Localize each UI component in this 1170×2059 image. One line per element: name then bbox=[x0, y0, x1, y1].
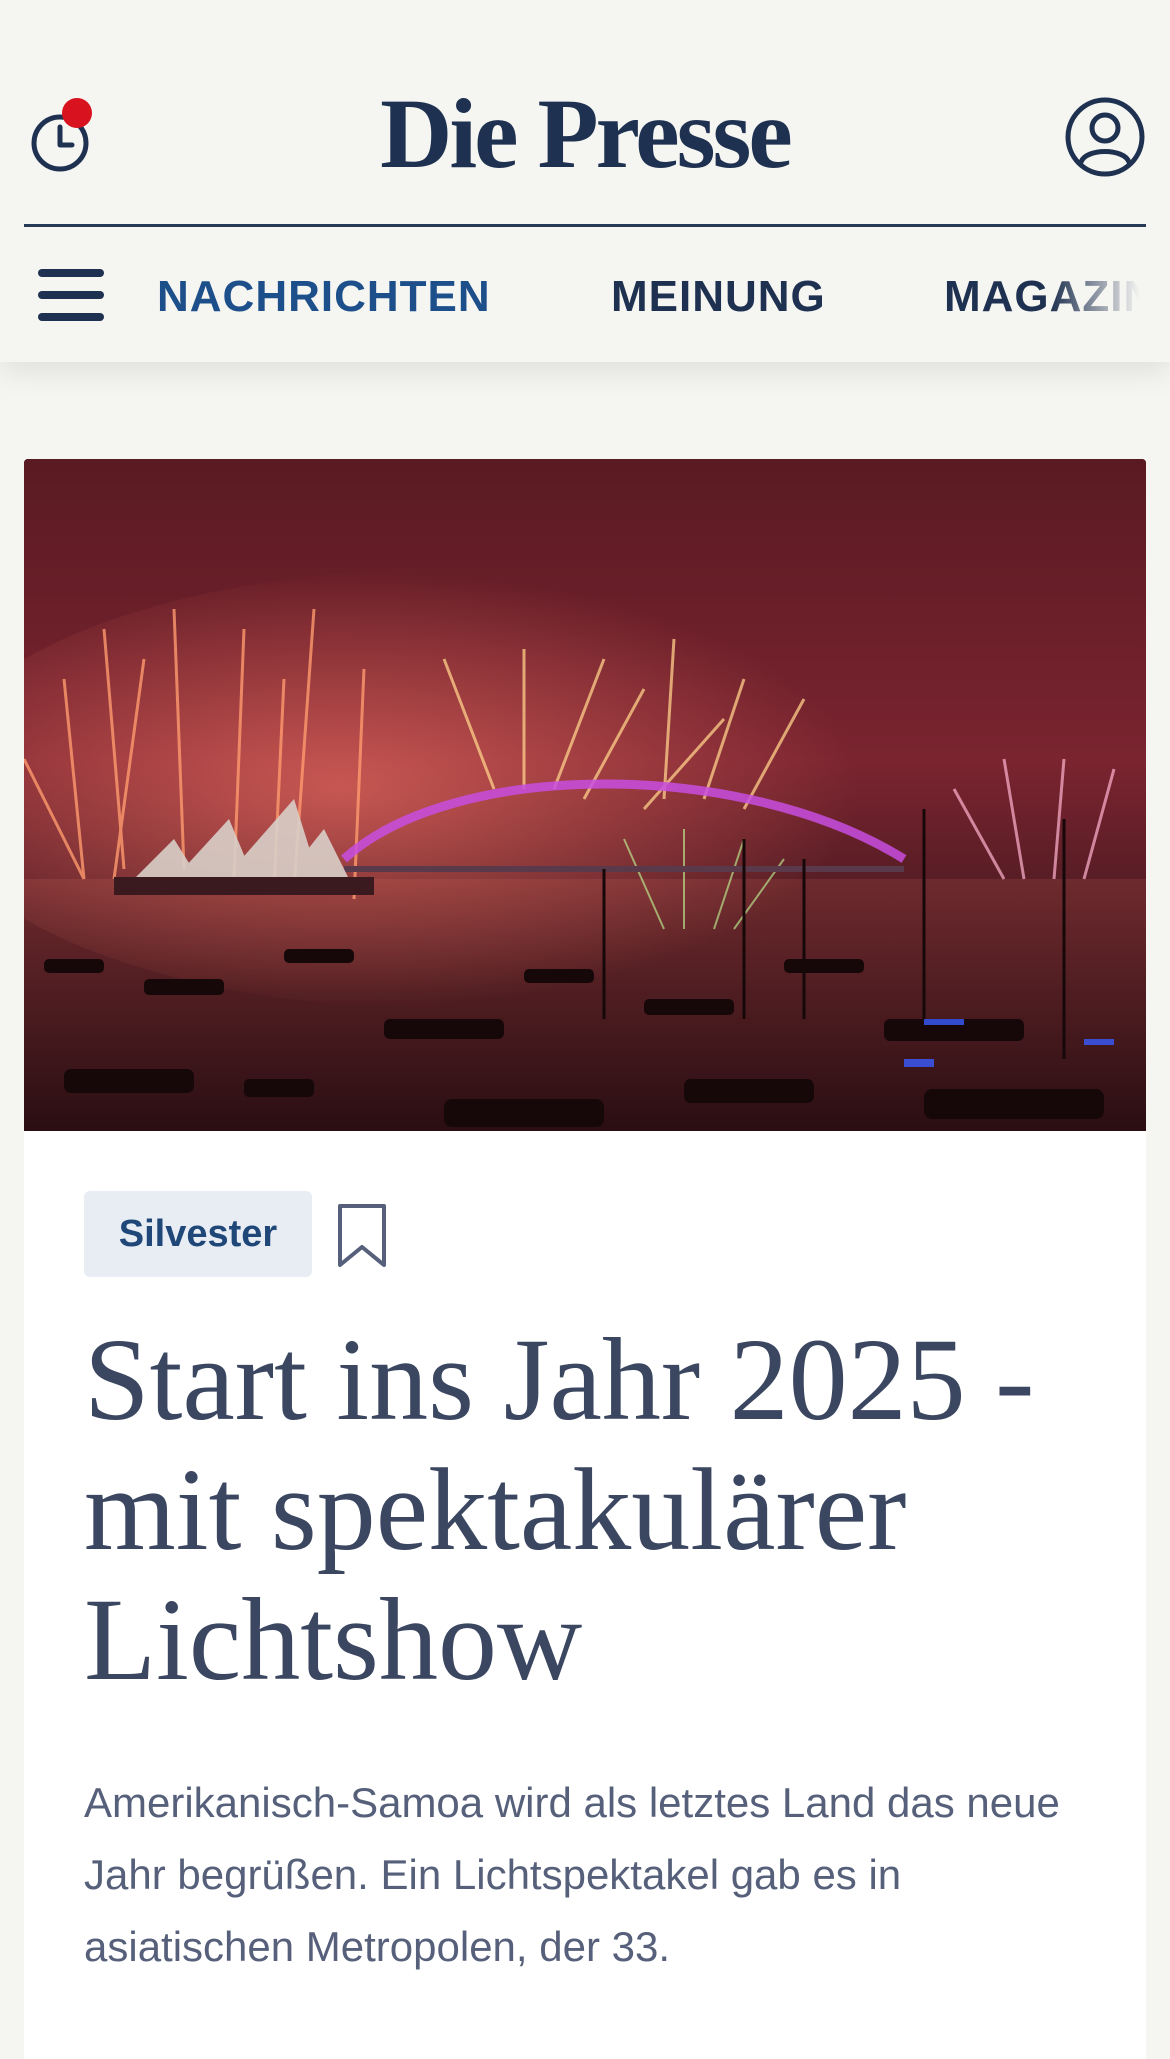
main-nav: NACHRICHTEN MEINUNG MAGAZIN bbox=[0, 227, 1170, 362]
article-headline[interactable]: Start ins Jahr 2025 - mit spektakulärer … bbox=[84, 1315, 1084, 1705]
nav-item-meinung[interactable]: MEINUNG bbox=[611, 275, 826, 319]
account-button[interactable] bbox=[1064, 96, 1146, 178]
nav-item-nachrichten[interactable]: NACHRICHTEN bbox=[157, 275, 491, 319]
hamburger-menu-icon[interactable] bbox=[38, 269, 104, 321]
article-hero-image[interactable] bbox=[24, 459, 1146, 1131]
category-tag[interactable]: Silvester bbox=[84, 1191, 312, 1277]
article-card[interactable]: Silvester Start ins Jahr 2025 - mit spek… bbox=[24, 459, 1146, 2059]
bookmark-icon bbox=[338, 1204, 386, 1267]
article-teaser: Amerikanisch-Samoa wird als letztes Land… bbox=[84, 1779, 1060, 1970]
top-header: Die Presse NACHRICHTEN MEINUNG MAGAZIN bbox=[0, 0, 1170, 362]
site-logo[interactable]: Die Presse bbox=[0, 84, 1170, 184]
bookmark-button[interactable] bbox=[336, 1203, 388, 1269]
nav-scroll-fade bbox=[1050, 227, 1170, 362]
user-circle-icon bbox=[1065, 97, 1145, 177]
